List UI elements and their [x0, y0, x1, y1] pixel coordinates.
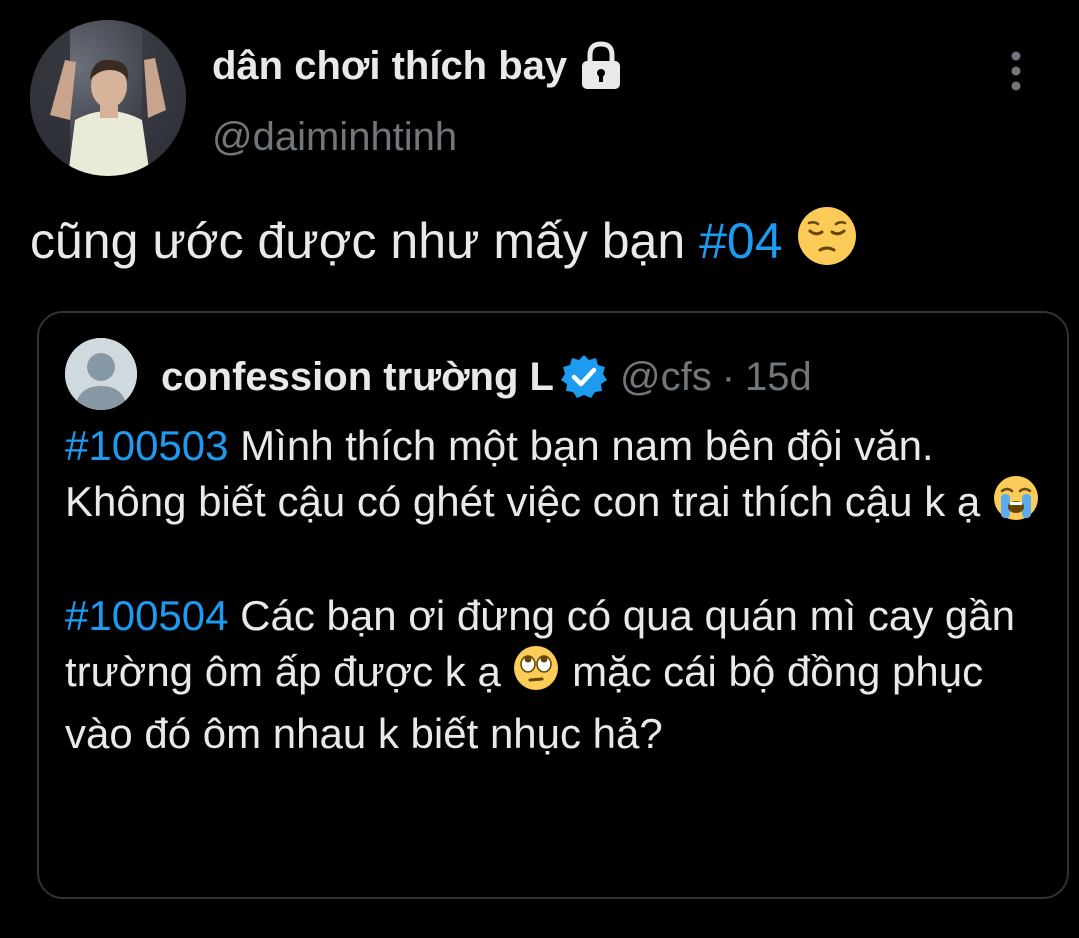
verified-badge-icon: [560, 353, 608, 401]
rolling-eyes-face-icon: [512, 644, 560, 706]
confession-hashtag[interactable]: #100504: [65, 592, 229, 639]
quoted-tweet-card[interactable]: confession trường L @cfs · 15d #100503 M…: [37, 311, 1069, 899]
separator-dot: ·: [721, 354, 736, 399]
tweet-text-body: cũng ước được như mấy bạn: [30, 213, 700, 270]
loudly-crying-face-icon: [992, 474, 1040, 536]
confession-post: #100504 Các bạn ơi đừng có qua quán mì c…: [65, 588, 1045, 762]
author-display-name[interactable]: dân chơi thích bay: [212, 44, 567, 89]
pensive-face-icon: [796, 205, 858, 285]
tweet-hashtag[interactable]: #04: [699, 213, 782, 269]
quoted-tweet-time[interactable]: 15d: [745, 355, 812, 400]
confession-post: #100503 Mình thích một bạn nam bên đội v…: [65, 418, 1045, 536]
avatar[interactable]: [30, 20, 186, 176]
quoted-author-handle[interactable]: @cfs: [620, 355, 712, 400]
lock-icon: [577, 40, 625, 92]
default-avatar-icon[interactable]: [65, 338, 137, 410]
more-vertical-icon[interactable]: [1002, 50, 1030, 92]
author-handle[interactable]: @daiminhtinh: [212, 115, 457, 160]
profile-photo: [30, 20, 186, 176]
confession-hashtag[interactable]: #100503: [65, 422, 229, 469]
quoted-author-name[interactable]: confession trường L: [161, 355, 554, 400]
author-display-name-row[interactable]: dân chơi thích bay: [212, 40, 625, 92]
tweet-text: cũng ước được như mấy bạn #04: [30, 205, 858, 285]
quoted-tweet-body: #100503 Mình thích một bạn nam bên đội v…: [65, 418, 1045, 762]
quoted-tweet-header: confession trường L @cfs · 15d: [161, 353, 812, 401]
